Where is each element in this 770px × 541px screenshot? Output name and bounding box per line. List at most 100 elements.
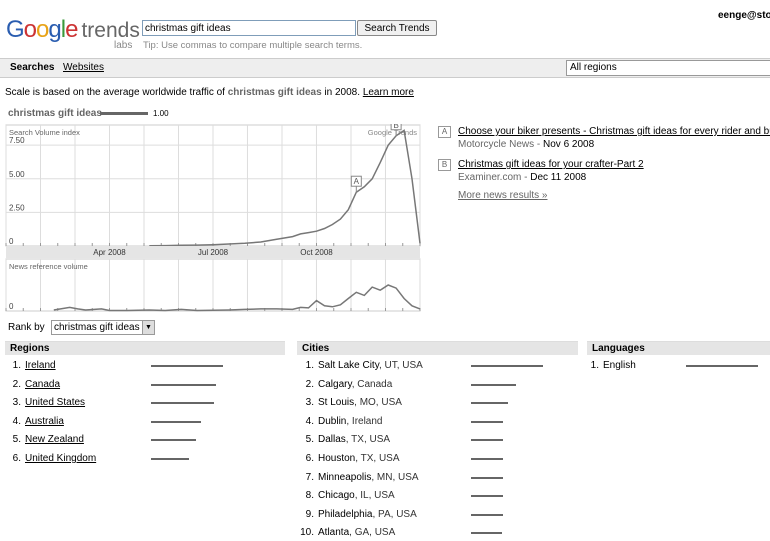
city-name: Philadelphia [318, 508, 373, 520]
city-region: , PA, USA [372, 508, 417, 520]
region-link[interactable]: Ireland [25, 360, 56, 371]
volume-bar [471, 402, 509, 405]
region-link[interactable]: United States [25, 397, 85, 408]
city-region: , MO, USA [354, 397, 402, 409]
y-tick-label: 5.00 [9, 170, 25, 179]
table-row: 6. Houston, TX, USA [297, 448, 578, 467]
table-row: 6. United Kingdom [5, 448, 285, 467]
row-number: 5. [12, 434, 21, 446]
table-row: 2. Calgary, Canada [297, 374, 578, 393]
city-name: Houston [318, 452, 356, 464]
city-name: Chicago [318, 490, 355, 502]
search-tip: Tip: Use commas to compare multiple sear… [143, 40, 363, 51]
region-link[interactable]: New Zealand [25, 434, 84, 445]
row-number: 5. [305, 434, 314, 446]
city-label: Dallas, TX, USA [318, 434, 390, 445]
y-tick-label: 2.50 [9, 203, 25, 212]
y-tick-label: 0 [9, 237, 14, 246]
languages-header: Languages [587, 341, 770, 355]
volume-bar [151, 420, 202, 423]
cities-list: 1. Salt Lake City, UT, USA 2. Calgary, Cana… [297, 355, 578, 541]
y-tick-label: 7.50 [9, 136, 25, 145]
city-label: Houston, TX, USA [318, 453, 400, 464]
table-row: 1. Ireland [5, 355, 285, 374]
volume-bar [471, 476, 504, 479]
region-link[interactable]: Australia [25, 416, 64, 427]
news-meta-a: Motorcycle News - Nov 6 2008 [458, 139, 594, 150]
city-label: Chicago, IL, USA [318, 490, 395, 501]
volume-bar [151, 402, 214, 405]
city-region: , TX, USA [345, 434, 391, 446]
languages-panel: Languages 1. English [587, 341, 770, 374]
legend-line [100, 112, 148, 115]
volume-bar [471, 383, 517, 386]
scale-suffix: in 2008. [321, 87, 361, 98]
rank-by-select[interactable]: christmas gift ideas ▼ [51, 320, 155, 335]
volume-bar [151, 439, 196, 442]
tab-websites[interactable]: Websites [63, 62, 104, 73]
row-number: 7. [305, 471, 314, 483]
x-tick-label: Oct 2008 [300, 248, 333, 257]
row-number: 4. [305, 415, 314, 427]
city-name: Salt Lake City [318, 360, 379, 371]
table-row: 2. Canada [5, 374, 285, 393]
scale-term: christmas gift ideas [227, 87, 322, 98]
user-account[interactable]: eenge@sto [718, 10, 770, 21]
news-title-b[interactable]: Christmas gift ideas for your crafter-Pa… [458, 159, 644, 170]
city-label: Salt Lake City, UT, USA [318, 360, 423, 371]
x-tick-label: Jul 2008 [198, 248, 229, 257]
region-link[interactable]: United Kingdom [25, 453, 96, 464]
search-trends-button[interactable]: Search Trends [357, 20, 437, 36]
news-source: Examiner.com - [458, 172, 531, 183]
volume-bar [471, 420, 504, 423]
city-region: , TX, USA [355, 452, 400, 464]
news-title-a[interactable]: Choose your biker presents - Christmas g… [458, 126, 770, 137]
learn-more-link[interactable]: Learn more [363, 87, 414, 98]
search-input[interactable] [142, 20, 356, 36]
x-tick-label: Apr 2008 [93, 248, 126, 257]
row-number: 8. [305, 490, 314, 502]
legend-term: christmas gift ideas [8, 108, 102, 119]
volume-bar [151, 457, 190, 460]
city-label: Philadelphia, PA, USA [318, 509, 417, 520]
y-axis-label: Search Volume index [9, 128, 80, 137]
logo-trends-word: trends [81, 19, 140, 42]
more-news-link[interactable]: More news results » [458, 190, 547, 201]
news-badge-a: A [438, 126, 451, 138]
volume-bar [471, 495, 504, 498]
news-volume-chart: 0 News reference volume [5, 258, 421, 312]
table-row: 4. Dublin, Ireland [297, 411, 578, 430]
table-row: 7. Minneapolis, MN, USA [297, 467, 578, 486]
logo-letter: e [65, 16, 78, 43]
row-number: 3. [305, 397, 314, 409]
table-row: 1. Salt Lake City, UT, USA [297, 355, 578, 374]
city-region: , MN, USA [371, 471, 419, 483]
tab-searches[interactable]: Searches [10, 62, 54, 73]
region-link[interactable]: Canada [25, 379, 60, 390]
row-number: 3. [12, 397, 21, 409]
volume-bar [471, 513, 504, 516]
city-name: Dallas [318, 434, 346, 446]
marker-label: A [354, 177, 360, 186]
volume-bar [471, 457, 504, 460]
table-row: 3. United States [5, 392, 285, 411]
row-number: 9. [305, 508, 314, 520]
news-date: Nov 6 2008 [543, 139, 595, 150]
rank-by-value: christmas gift ideas [54, 322, 140, 333]
city-label: Minneapolis, MN, USA [318, 472, 419, 483]
city-name: St Louis [318, 397, 355, 409]
volume-bar [471, 532, 502, 535]
chevron-down-icon[interactable]: ▼ [142, 321, 154, 334]
marker-label: B [393, 124, 398, 130]
legend-value: 1.00 [153, 109, 169, 118]
row-number: 1. [590, 360, 599, 371]
cities-panel: Cities 1. Salt Lake City, UT, USA 2. Calgar… [297, 341, 578, 541]
regions-header: Regions [5, 341, 285, 355]
search-volume-chart: 02.505.007.50Search Volume index Google T… [5, 124, 421, 258]
trends-chart: 02.505.007.50Search Volume index Google T… [5, 124, 421, 312]
row-number: 2. [305, 378, 314, 390]
volume-bar [151, 383, 216, 386]
row-number: 6. [305, 452, 314, 464]
table-row: 4. Australia [5, 411, 285, 430]
region-select[interactable]: All regions [566, 60, 770, 76]
